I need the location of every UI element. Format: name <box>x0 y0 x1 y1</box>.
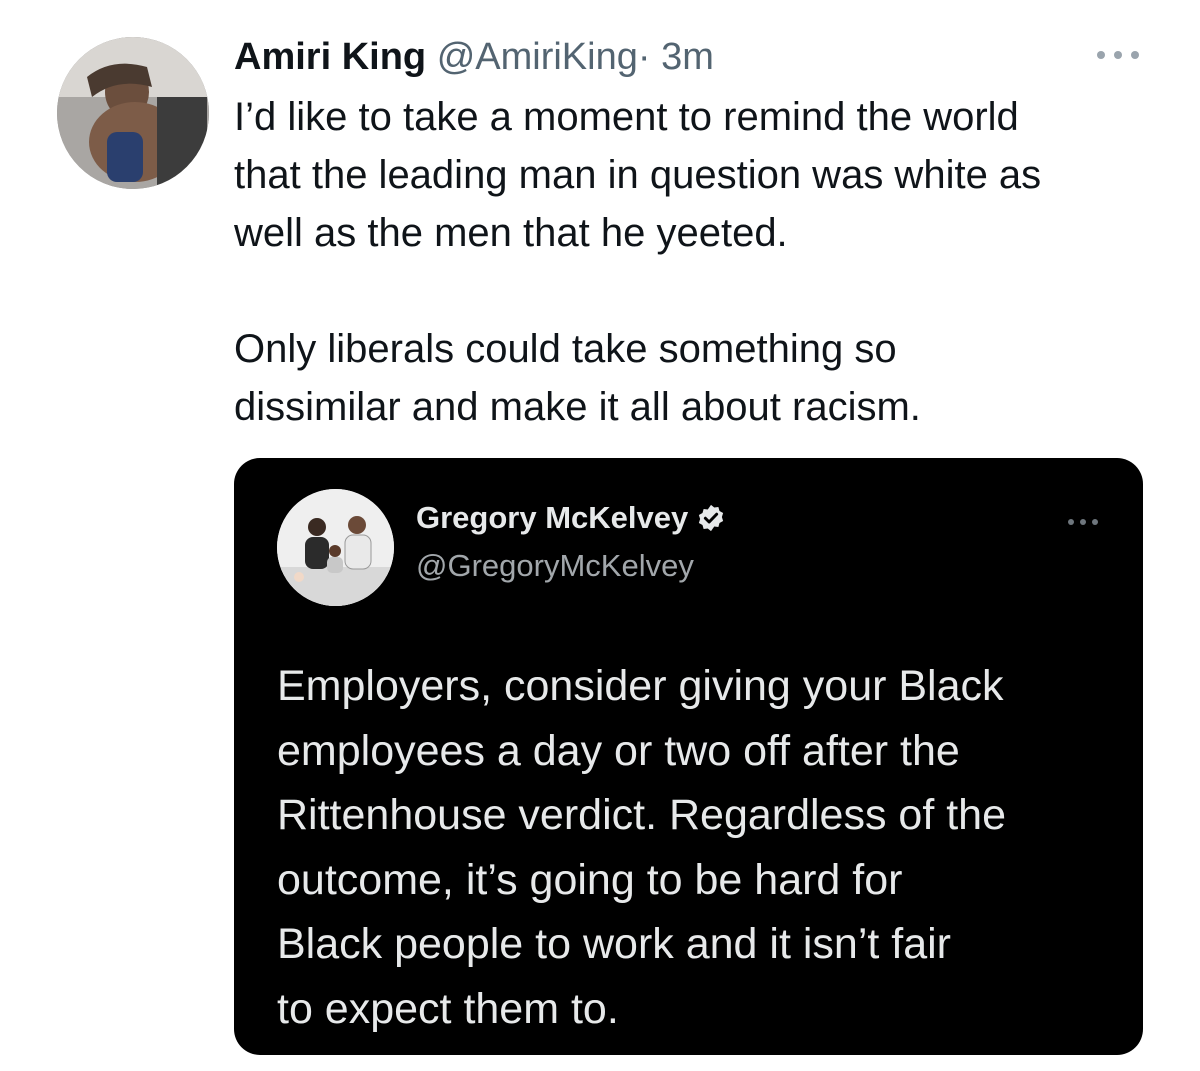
more-dot <box>1080 519 1086 525</box>
quoted-line: Black people to work and it isn’t fair <box>277 920 951 968</box>
more-dot <box>1114 51 1122 59</box>
quoted-author-avatar[interactable] <box>277 489 394 606</box>
quoted-author-name-row: Gregory McKelvey <box>416 500 726 536</box>
tweet-line: dissimilar and make it all about racism. <box>234 385 921 429</box>
tweet-header: Amiri King @AmiriKing· 3m <box>234 30 714 84</box>
quoted-author-handle[interactable]: @GregoryMcKelvey <box>416 548 694 584</box>
more-dot <box>1092 519 1098 525</box>
quoted-line: outcome, it’s going to be hard for <box>277 855 903 904</box>
quoted-line: employees a day or two off after the <box>277 726 960 775</box>
tweet-timestamp[interactable]: 3m <box>661 36 714 78</box>
more-dot <box>1097 51 1105 59</box>
author-handle[interactable]: @AmiriKing <box>437 36 638 78</box>
quoted-tweet-body: Employers, consider giving your Black em… <box>277 654 1127 1041</box>
quoted-line: to expect them to. <box>277 984 619 1033</box>
avatar-image <box>57 37 209 189</box>
tweet-line: well as the men that he yeeted. <box>234 211 788 255</box>
quoted-avatar-image <box>277 489 394 606</box>
quoted-line: Rittenhouse verdict. Regardless of the <box>277 791 1007 839</box>
header-separator: · <box>637 36 651 78</box>
more-dot <box>1131 51 1139 59</box>
more-dot <box>1068 519 1074 525</box>
quoted-tweet-card[interactable]: Gregory McKelvey @GregoryMcKelvey Employ… <box>234 458 1143 1055</box>
tweet-line: Only liberals could take something so <box>234 327 897 371</box>
author-name[interactable]: Amiri King <box>234 36 426 78</box>
quoted-author-name[interactable]: Gregory McKelvey <box>416 500 688 536</box>
tweet-body: I’d like to take a moment to remind the … <box>234 88 1174 436</box>
more-options-icon[interactable] <box>1097 48 1139 62</box>
verified-badge-icon <box>696 503 726 533</box>
quoted-more-options-icon[interactable] <box>1068 518 1098 526</box>
tweet-line: that the leading man in question was whi… <box>234 153 1042 197</box>
author-avatar[interactable] <box>57 37 209 189</box>
tweet-line: I’d like to take a moment to remind the … <box>234 95 1019 139</box>
quoted-line: Employers, consider giving your Black <box>277 662 1004 710</box>
